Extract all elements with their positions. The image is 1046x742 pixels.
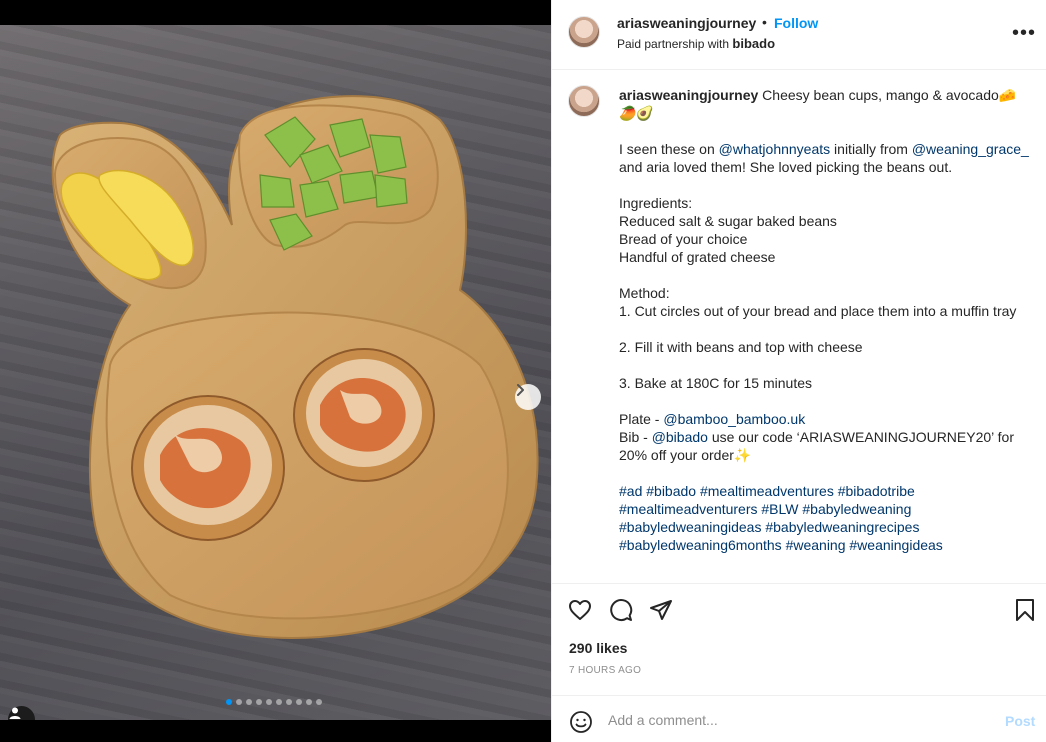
post-details-panel: ariasweaningjourney • Follow Paid partne… (551, 0, 1046, 742)
author-username[interactable]: ariasweaningjourney (617, 15, 756, 31)
share-icon (650, 600, 672, 620)
ingredients-heading: Ingredients: (619, 195, 693, 211)
caption-username[interactable]: ariasweaningjourney (619, 87, 758, 103)
post-comment-button[interactable]: Post (1005, 713, 1035, 729)
carousel-indicator (226, 699, 322, 705)
method-step: 1. Cut circles out of your bread and pla… (619, 303, 1017, 319)
intro-text: I seen these on (619, 141, 719, 157)
paid-partnership-label: Paid partnership with bibado (617, 36, 775, 51)
bookmark-icon (1016, 599, 1034, 621)
bunny-plate-illustration (51, 95, 539, 639)
comment-box: Post (552, 695, 1046, 742)
intro-text: and aria loved them! She loved picking t… (619, 159, 953, 175)
method-step: 3. Bake at 180C for 15 minutes (619, 375, 812, 391)
carousel-dot (276, 699, 282, 705)
ingredient-item: Reduced salt & sugar baked beans (619, 213, 837, 229)
save-button[interactable] (1012, 597, 1038, 623)
heart-icon (569, 600, 591, 620)
emoji-icon (570, 711, 592, 733)
carousel-dot (226, 699, 232, 705)
ingredient-item: Bread of your choice (619, 231, 748, 247)
bib-credit: Bib - @bibado use our code ‘ARIASWEANING… (619, 428, 1029, 464)
like-button[interactable] (567, 597, 593, 623)
plate-credit: Plate - @bamboo_bamboo.uk (619, 410, 1029, 428)
media-pane (0, 0, 551, 742)
mention-link[interactable]: @whatjohnnyeats (719, 141, 831, 157)
carousel-dot (296, 699, 302, 705)
mention-link[interactable]: @bamboo_bamboo.uk (663, 411, 805, 427)
avatar[interactable] (568, 16, 600, 48)
follow-button[interactable]: Follow (774, 15, 818, 31)
instagram-post-modal: ariasweaningjourney • Follow Paid partne… (0, 0, 1046, 742)
comment-button[interactable] (608, 597, 634, 623)
intro-text: initially from (830, 141, 912, 157)
post-photo[interactable] (0, 25, 551, 720)
plate-prefix: Plate - (619, 411, 664, 427)
post-header: ariasweaningjourney • Follow Paid partne… (552, 0, 1046, 70)
action-bar: 290 likes 7 HOURS AGO (552, 583, 1046, 695)
hashtags[interactable]: #ad #bibado #mealtimeadventures #bibadot… (619, 482, 1029, 554)
method-heading: Method: (619, 285, 670, 301)
post-timestamp[interactable]: 7 HOURS AGO (569, 665, 641, 676)
carousel-dot (306, 699, 312, 705)
partner-link[interactable]: bibado (732, 36, 775, 51)
mention-link[interactable]: @weaning_grace_ (912, 141, 1029, 157)
bib-prefix: Bib - (619, 429, 652, 445)
caption-avatar[interactable] (568, 85, 600, 117)
caption-area: ariasweaningjourney Cheesy bean cups, ma… (552, 71, 1046, 583)
carousel-dot (316, 699, 322, 705)
caption-text: ariasweaningjourney Cheesy bean cups, ma… (619, 86, 1029, 554)
user-tag-icon (9, 707, 21, 719)
comment-input[interactable] (608, 708, 988, 732)
carousel-dot (266, 699, 272, 705)
next-image-button[interactable] (515, 384, 541, 410)
carousel-dot (256, 699, 262, 705)
caption-title: Cheesy bean cups, mango & avocado (762, 87, 999, 103)
mention-link[interactable]: @bibado (652, 429, 708, 445)
carousel-dot (286, 699, 292, 705)
more-icon[interactable]: ••• (1012, 22, 1036, 45)
carousel-dot (246, 699, 252, 705)
caption-intro: I seen these on @whatjohnnyeats initiall… (619, 140, 1029, 176)
chevron-right-icon (517, 384, 524, 396)
carousel-dot (236, 699, 242, 705)
method-step: 2. Fill it with beans and top with chees… (619, 339, 863, 355)
ingredient-item: Handful of grated cheese (619, 249, 776, 265)
emoji-button[interactable] (569, 710, 593, 737)
likes-count[interactable]: 290 likes (569, 640, 627, 656)
partnership-prefix: Paid partnership with (617, 37, 730, 51)
share-button[interactable] (648, 597, 674, 623)
separator-dot: • (762, 14, 767, 30)
comment-icon (610, 599, 633, 621)
